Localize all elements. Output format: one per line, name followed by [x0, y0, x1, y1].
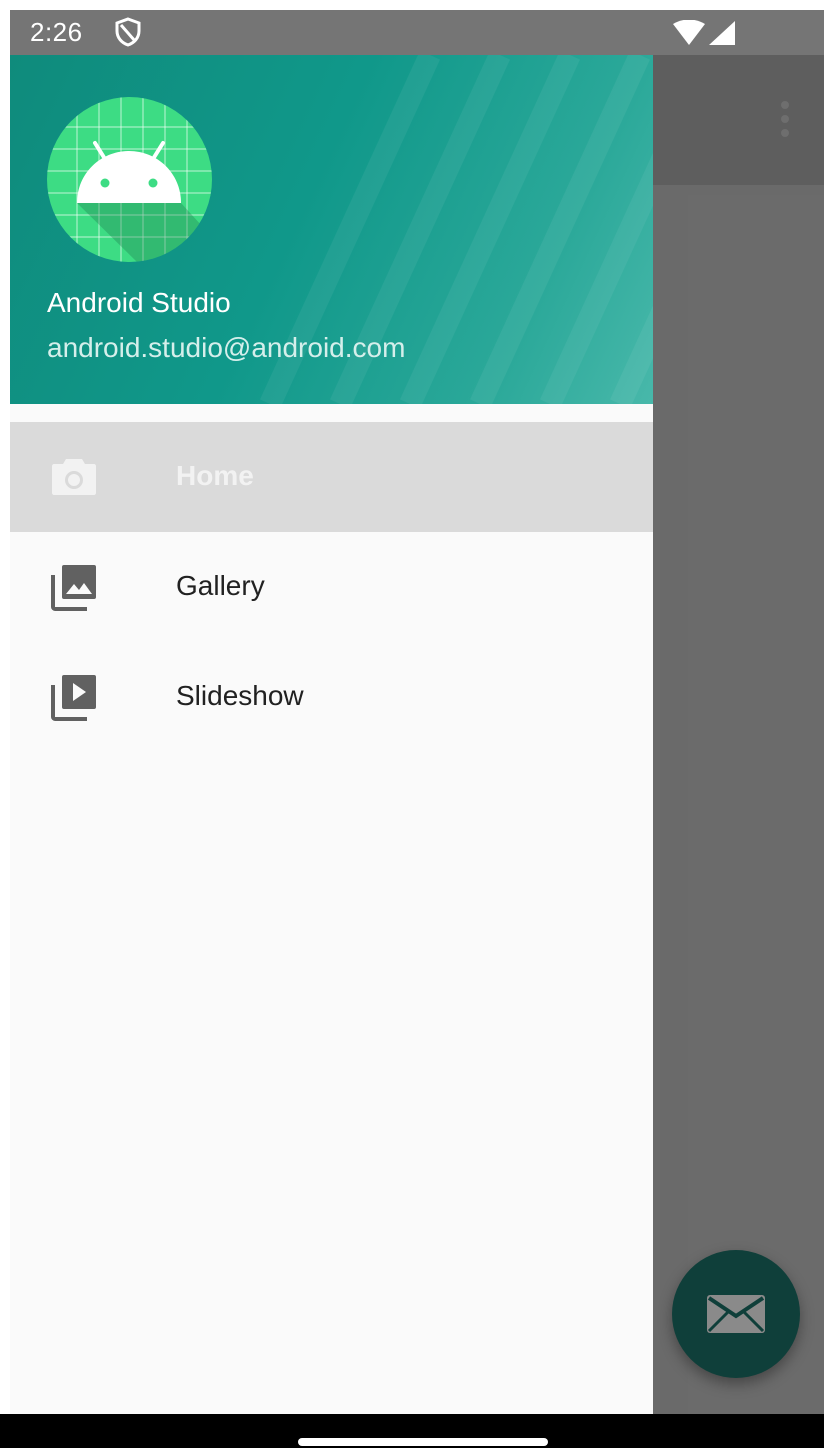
- status-bar: 2:26: [10, 10, 824, 55]
- drawer-item-label: Home: [176, 460, 254, 491]
- drawer-item-label: Gallery: [176, 570, 265, 601]
- system-navigation-bar: [0, 1414, 824, 1448]
- camera-icon: [52, 459, 96, 495]
- home-gesture-handle[interactable]: [298, 1438, 548, 1446]
- drawer-item-home[interactable]: Home: [10, 422, 653, 532]
- signal-icon: [709, 21, 735, 45]
- drawer-item-gallery[interactable]: Gallery: [10, 532, 653, 642]
- drawer-header: Android Studio android.studio@android.co…: [10, 55, 653, 404]
- navigation-drawer: Android Studio android.studio@android.co…: [10, 55, 653, 1414]
- overflow-menu-icon[interactable]: [778, 99, 792, 139]
- drawer-item-label: Slideshow: [176, 680, 304, 711]
- user-email: android.studio@android.com: [47, 332, 406, 363]
- status-time: 2:26: [30, 17, 83, 47]
- wifi-icon: [673, 20, 705, 45]
- slideshow-icon: [51, 675, 96, 721]
- user-name: Android Studio: [47, 287, 231, 318]
- mail-fab-button[interactable]: [672, 1250, 800, 1378]
- shield-icon: [115, 17, 141, 47]
- mail-icon: [707, 1295, 765, 1333]
- content-card: [688, 195, 824, 1414]
- gallery-icon: [51, 565, 96, 611]
- android-logo-icon[interactable]: [47, 97, 212, 262]
- drawer-item-slideshow[interactable]: Slideshow: [10, 642, 653, 752]
- device-screen: 2:26 Android Studio android.studio@andro…: [10, 10, 824, 1414]
- drawer-menu: Home Gallery Slideshow: [10, 422, 653, 752]
